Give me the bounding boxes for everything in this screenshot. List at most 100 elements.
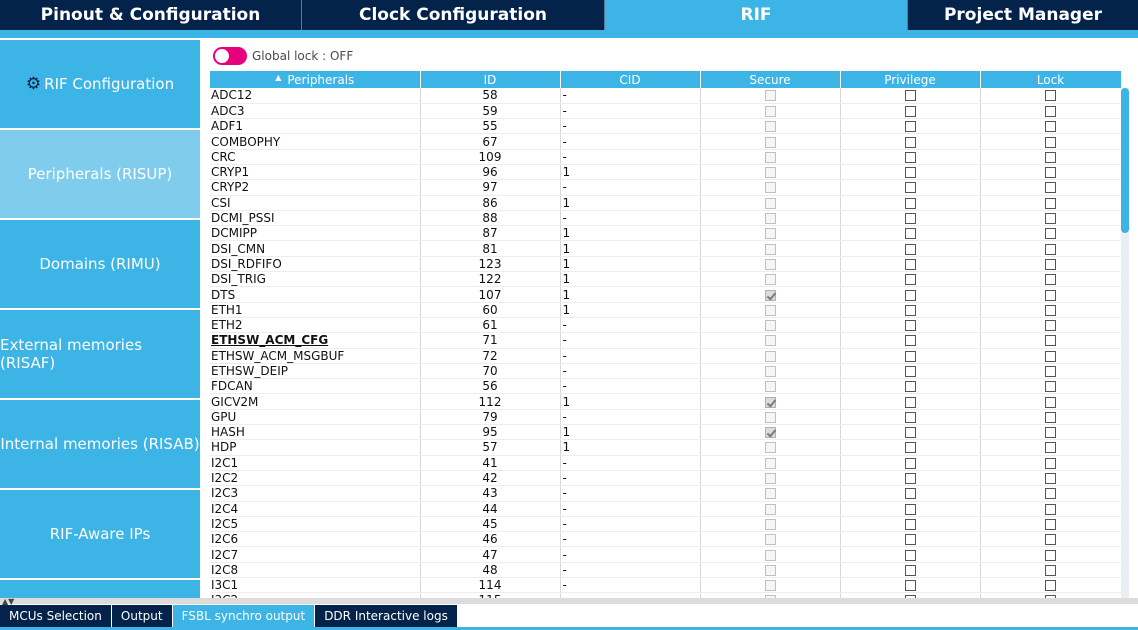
tab-mcus-selection[interactable]: MCUs Selection (0, 605, 112, 627)
lock-checkbox[interactable] (1045, 381, 1056, 393)
tab-ddr-interactive-logs[interactable]: DDR Interactive logs (315, 605, 458, 627)
column-header-secure[interactable]: Secure (700, 71, 841, 88)
nav-item-rif-configuration[interactable]: ⚙ RIF Configuration (0, 40, 200, 128)
lock-checkbox[interactable] (1045, 182, 1056, 194)
lock-checkbox[interactable] (1045, 320, 1056, 332)
table-row[interactable]: I2C3 43- (210, 485, 1121, 502)
table-row[interactable]: I2C8 48- (210, 562, 1121, 579)
privilege-checkbox[interactable] (904, 335, 916, 347)
peripheral-cid[interactable]: 1 (560, 240, 701, 257)
peripheral-cid[interactable]: 1 (560, 164, 701, 181)
privilege-checkbox[interactable] (904, 427, 916, 439)
privilege-checkbox[interactable] (904, 442, 916, 454)
lock-checkbox[interactable] (1045, 289, 1056, 301)
scrollbar-thumb[interactable] (1121, 88, 1129, 233)
peripheral-cid[interactable]: - (560, 516, 701, 533)
privilege-checkbox[interactable] (904, 151, 916, 163)
privilege-checkbox[interactable] (904, 381, 916, 393)
privilege-checkbox[interactable] (904, 197, 916, 209)
table-row[interactable]: ETHSW_DEIP 70- (210, 363, 1121, 380)
peripheral-cid[interactable]: - (560, 409, 701, 426)
table-row[interactable]: I2C7 47- (210, 546, 1121, 563)
lock-checkbox[interactable] (1045, 243, 1056, 255)
table-row[interactable]: DSI_TRIG 122 1 (210, 271, 1121, 288)
tab-output[interactable]: Output (111, 605, 173, 627)
lock-checkbox[interactable] (1045, 197, 1056, 209)
peripheral-cid[interactable]: 1 (560, 393, 701, 410)
peripheral-cid[interactable]: - (560, 455, 701, 471)
privilege-checkbox[interactable] (904, 213, 916, 225)
vertical-scrollbar[interactable] (1121, 88, 1129, 598)
lock-checkbox[interactable] (1045, 427, 1056, 439)
peripheral-cid[interactable]: - (560, 133, 701, 150)
lock-checkbox[interactable] (1045, 90, 1056, 102)
table-row[interactable]: I2C6 46- (210, 531, 1121, 548)
peripheral-cid[interactable]: - (560, 103, 701, 120)
tab-rif[interactable]: RIF (605, 0, 908, 30)
privilege-checkbox[interactable] (904, 90, 916, 102)
peripheral-cid[interactable]: 1 (560, 271, 701, 288)
peripheral-cid[interactable]: - (560, 501, 701, 517)
lock-checkbox[interactable] (1045, 304, 1056, 316)
table-row[interactable]: I2C4 44- (210, 501, 1121, 517)
table-row[interactable]: DCMI_PSSI 88- (210, 210, 1121, 227)
table-row[interactable]: DSI_RDFIFO 123 1 (210, 256, 1121, 273)
privilege-checkbox[interactable] (904, 411, 916, 423)
privilege-checkbox[interactable] (904, 473, 916, 485)
nav-item-peripherals-risup[interactable]: Peripherals (RISUP) (0, 130, 200, 218)
table-row[interactable]: DCMIPP 87 1 (210, 225, 1121, 242)
peripheral-cid[interactable]: 1 (560, 302, 701, 318)
lock-checkbox[interactable] (1045, 411, 1056, 423)
peripheral-cid[interactable]: - (560, 348, 701, 364)
privilege-checkbox[interactable] (904, 320, 916, 332)
lock-checkbox[interactable] (1045, 564, 1056, 576)
lock-checkbox[interactable] (1045, 473, 1056, 485)
privilege-checkbox[interactable] (904, 228, 916, 240)
privilege-checkbox[interactable] (904, 136, 916, 148)
peripheral-cid[interactable]: - (560, 470, 701, 487)
nav-item-external-memories-risaf[interactable]: External memories (RISAF) (0, 310, 200, 398)
peripheral-cid[interactable]: 1 (560, 256, 701, 273)
column-header-peripherals[interactable]: ▲ Peripherals (210, 71, 421, 88)
privilege-checkbox[interactable] (904, 580, 916, 592)
table-row[interactable]: ETH1 60 1 (210, 302, 1121, 318)
privilege-checkbox[interactable] (904, 289, 916, 301)
privilege-checkbox[interactable] (904, 167, 916, 179)
table-row[interactable]: COMBOPHY 67- (210, 133, 1121, 150)
table-row[interactable]: ETHSW_ACM_CFG 71- (210, 332, 1121, 349)
table-row[interactable]: GICV2M 112 1 (210, 393, 1121, 410)
peripheral-cid[interactable]: - (560, 210, 701, 227)
table-row[interactable]: ADF1 55- (210, 118, 1121, 135)
peripheral-cid[interactable]: - (560, 546, 701, 563)
table-row[interactable]: I3C1 114- (210, 577, 1121, 594)
nav-item-internal-memories-risab[interactable]: Internal memories (RISAB) (0, 400, 200, 488)
tab-fsbl-synchro-output[interactable]: FSBL synchro output (172, 605, 316, 627)
peripheral-cid[interactable]: 1 (560, 225, 701, 242)
column-header-privilege[interactable]: Privilege (840, 71, 981, 88)
peripheral-cid[interactable]: 1 (560, 439, 701, 456)
privilege-checkbox[interactable] (904, 503, 916, 515)
privilege-checkbox[interactable] (904, 549, 916, 561)
lock-checkbox[interactable] (1045, 274, 1056, 286)
column-header-cid[interactable]: CID (560, 71, 701, 88)
peripheral-cid[interactable]: - (560, 149, 701, 165)
privilege-checkbox[interactable] (904, 488, 916, 500)
table-row[interactable]: HDP 57 1 (210, 439, 1121, 456)
peripheral-cid[interactable]: 1 (560, 424, 701, 441)
privilege-checkbox[interactable] (904, 534, 916, 546)
table-row[interactable]: FDCAN 56- (210, 378, 1121, 395)
privilege-checkbox[interactable] (904, 243, 916, 255)
privilege-checkbox[interactable] (904, 365, 916, 377)
peripheral-cid[interactable]: - (560, 88, 701, 104)
table-row[interactable]: ETHSW_ACM_MSGBUF 72- (210, 348, 1121, 364)
privilege-checkbox[interactable] (904, 564, 916, 576)
peripheral-cid[interactable]: - (560, 317, 701, 334)
peripheral-cid[interactable]: - (560, 378, 701, 395)
table-row[interactable]: ADC3 59- (210, 103, 1121, 120)
table-row[interactable]: DSI_CMN 81 1 (210, 240, 1121, 257)
privilege-checkbox[interactable] (904, 121, 916, 133)
privilege-checkbox[interactable] (904, 457, 916, 469)
peripheral-cid[interactable]: - (560, 485, 701, 502)
table-row[interactable]: I2C5 45- (210, 516, 1121, 533)
tab-clock-configuration[interactable]: Clock Configuration (302, 0, 605, 30)
